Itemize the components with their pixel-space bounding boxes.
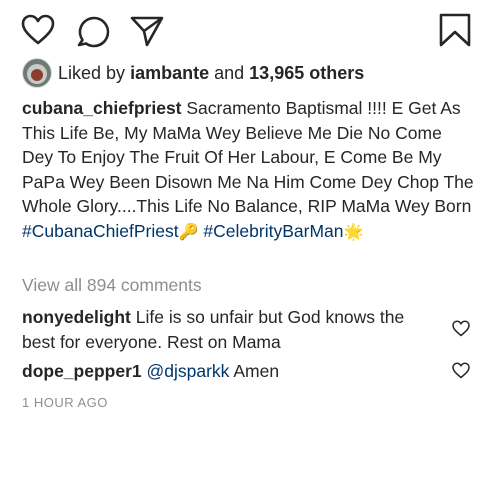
comment-username[interactable]: nonyedelight	[22, 307, 131, 327]
view-all-comments-link[interactable]: View all 894 comments	[22, 275, 202, 296]
comment-item: nonyedelight Life is so unfair but God k…	[22, 305, 440, 354]
liker-username[interactable]: iambante	[130, 63, 209, 84]
post-caption: cubana_chiefpriest Sacramento Baptismal …	[22, 96, 474, 245]
post-action-bar	[0, 0, 490, 60]
liked-by-prefix: Liked by	[58, 62, 126, 83]
caption-username[interactable]: cubana_chiefpriest	[22, 98, 182, 118]
post-timestamp: 1 HOUR AGO	[22, 395, 108, 410]
comment-like-heart-icon[interactable]	[452, 362, 470, 384]
like-heart-icon[interactable]	[21, 14, 55, 46]
comment-item: dope_pepper1 @djsparkk Amen	[22, 359, 440, 384]
comment-bubble-icon[interactable]	[76, 14, 110, 48]
comment-text: Amen	[233, 361, 280, 381]
star-emoji-icon: 🌟	[343, 223, 364, 241]
comment-like-heart-icon[interactable]	[452, 320, 470, 342]
share-paper-plane-icon[interactable]	[129, 14, 165, 48]
save-bookmark-icon[interactable]	[438, 12, 472, 48]
comment-username[interactable]: dope_pepper1	[22, 361, 142, 381]
comment-mention[interactable]: @djsparkk	[147, 361, 230, 381]
caption-hashtag[interactable]: #CubanaChiefPriest	[22, 221, 179, 241]
likes-count-link[interactable]: 13,965 others	[249, 63, 364, 84]
caption-hashtag[interactable]: #CelebrityBarMan	[203, 221, 343, 241]
liker-avatar[interactable]	[22, 58, 52, 88]
liked-conjunction: and	[214, 62, 245, 83]
likes-summary: Liked by iambante and 13,965 others	[22, 58, 482, 88]
key-emoji-icon: 🔑	[178, 223, 199, 241]
